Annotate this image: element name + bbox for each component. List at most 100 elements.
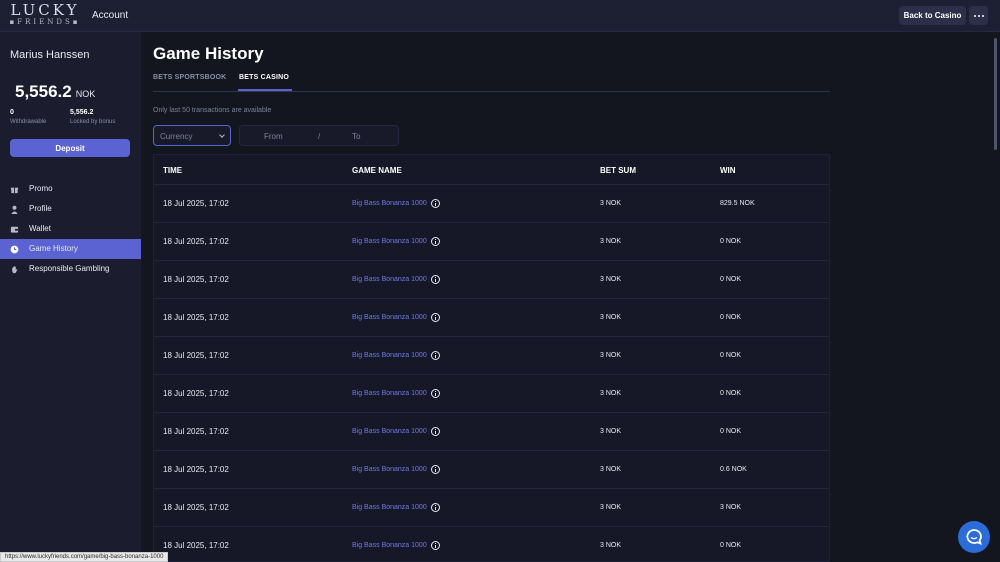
game-name[interactable]: Big Bass Bonanza 1000 xyxy=(352,352,427,359)
date-range-picker[interactable]: From / To xyxy=(239,125,399,146)
account-heading: Account xyxy=(92,10,129,21)
column-header-game-name: GAME NAME xyxy=(352,166,402,175)
game-link[interactable]: Big Bass Bonanza 1000 xyxy=(352,351,440,360)
account-sidebar: Marius Hanssen 5,556.2 NOK 0 Withdrawabl… xyxy=(0,32,141,562)
game-name[interactable]: Big Bass Bonanza 1000 xyxy=(352,390,427,397)
win-cell: 0 NOK xyxy=(720,314,742,321)
info-icon[interactable] xyxy=(430,351,440,360)
game-name[interactable]: Big Bass Bonanza 1000 xyxy=(352,276,427,283)
sidebar-item-label: Wallet xyxy=(29,224,51,233)
game-link[interactable]: Big Bass Bonanza 1000 xyxy=(352,465,440,474)
history-icon xyxy=(10,245,19,254)
wallet-icon xyxy=(10,226,19,233)
bet-sum-cell: 3 NOK xyxy=(600,238,622,245)
time-cell: 18 Jul 2025, 17:02 xyxy=(163,465,229,474)
bet-sum-cell: 3 NOK xyxy=(600,314,622,321)
table-row: 18 Jul 2025, 17:02 Big Bass Bonanza 1000… xyxy=(154,451,829,489)
table-row: 18 Jul 2025, 17:02 Big Bass Bonanza 1000… xyxy=(154,261,829,299)
bet-sum-cell: 3 NOK xyxy=(600,390,622,397)
more-menu-button[interactable] xyxy=(969,6,988,25)
game-name[interactable]: Big Bass Bonanza 1000 xyxy=(352,466,427,473)
table-row: 18 Jul 2025, 17:02 Big Bass Bonanza 1000… xyxy=(154,185,829,223)
table-row: 18 Jul 2025, 17:02 Big Bass Bonanza 1000… xyxy=(154,527,829,561)
info-icon[interactable] xyxy=(430,389,440,398)
game-name[interactable]: Big Bass Bonanza 1000 xyxy=(352,200,427,207)
logo-sub-label: FRIENDS xyxy=(17,18,73,26)
gift-icon xyxy=(10,187,19,194)
sidebar-item-promo[interactable]: Promo xyxy=(0,179,141,199)
lucky-friends-logo[interactable]: LUCKY ▪FRIENDS▪ xyxy=(8,3,82,27)
bet-sum-cell: 3 NOK xyxy=(600,466,622,473)
column-header-win: WIN xyxy=(720,166,736,175)
active-tab-indicator xyxy=(238,89,292,91)
time-cell: 18 Jul 2025, 17:02 xyxy=(163,389,229,398)
live-chat-button[interactable] xyxy=(958,521,990,553)
info-icon[interactable] xyxy=(430,465,440,474)
currency-select[interactable]: Currency xyxy=(153,125,231,146)
logo-sub-text: ▪FRIENDS▪ xyxy=(9,18,81,26)
table-row: 18 Jul 2025, 17:02 Big Bass Bonanza 1000… xyxy=(154,375,829,413)
page-title: Game History xyxy=(153,44,264,63)
tab-bets-casino[interactable]: BETS CASINO xyxy=(239,74,289,81)
game-name[interactable]: Big Bass Bonanza 1000 xyxy=(352,238,427,245)
win-cell: 0 NOK xyxy=(720,238,742,245)
time-cell: 18 Jul 2025, 17:02 xyxy=(163,427,229,436)
game-name[interactable]: Big Bass Bonanza 1000 xyxy=(352,504,427,511)
game-name[interactable]: Big Bass Bonanza 1000 xyxy=(352,428,427,435)
sidebar-item-responsible-gambling[interactable]: Responsible Gambling xyxy=(0,259,141,279)
user-icon xyxy=(11,205,18,214)
sidebar-item-label: Responsible Gambling xyxy=(29,264,110,273)
win-cell: 0 NOK xyxy=(720,542,742,549)
info-icon[interactable] xyxy=(430,237,440,246)
game-link[interactable]: Big Bass Bonanza 1000 xyxy=(352,389,440,398)
column-header-bet-sum: BET SUM xyxy=(600,166,636,175)
win-cell: 829.5 NOK xyxy=(720,200,755,207)
game-name[interactable]: Big Bass Bonanza 1000 xyxy=(352,542,427,549)
game-link[interactable]: Big Bass Bonanza 1000 xyxy=(352,427,440,436)
sidebar-item-label: Promo xyxy=(29,184,53,193)
info-icon[interactable] xyxy=(430,541,440,550)
date-from-input[interactable]: From xyxy=(264,132,283,141)
locked-label: Locked by bonus xyxy=(70,119,116,125)
top-bar: LUCKY ▪FRIENDS▪ Account Back to Casino xyxy=(0,0,1000,32)
page-scrollbar[interactable] xyxy=(991,32,1000,562)
time-cell: 18 Jul 2025, 17:02 xyxy=(163,541,229,550)
table-row: 18 Jul 2025, 17:02 Big Bass Bonanza 1000… xyxy=(154,489,829,527)
date-to-input[interactable]: To xyxy=(352,132,360,141)
sidebar-item-profile[interactable]: Profile xyxy=(0,199,141,219)
deposit-button[interactable]: Deposit xyxy=(10,139,130,157)
game-history-table: TIME GAME NAME BET SUM WIN 18 Jul 2025, … xyxy=(153,154,830,562)
bet-sum-cell: 3 NOK xyxy=(600,542,622,549)
time-cell: 18 Jul 2025, 17:02 xyxy=(163,351,229,360)
info-icon[interactable] xyxy=(430,199,440,208)
currency-placeholder: Currency xyxy=(160,132,193,141)
win-cell: 0 NOK xyxy=(720,428,742,435)
table-row: 18 Jul 2025, 17:02 Big Bass Bonanza 1000… xyxy=(154,223,829,261)
info-icon[interactable] xyxy=(430,503,440,512)
scrollbar-thumb[interactable] xyxy=(994,38,997,150)
game-link[interactable]: Big Bass Bonanza 1000 xyxy=(352,313,440,322)
tab-bets-sportsbook[interactable]: BETS SPORTSBOOK xyxy=(153,74,226,81)
bet-sum-cell: 3 NOK xyxy=(600,428,622,435)
sidebar-item-wallet[interactable]: Wallet xyxy=(0,219,141,239)
game-name[interactable]: Big Bass Bonanza 1000 xyxy=(352,314,427,321)
game-link[interactable]: Big Bass Bonanza 1000 xyxy=(352,199,440,208)
game-link[interactable]: Big Bass Bonanza 1000 xyxy=(352,503,440,512)
game-link[interactable]: Big Bass Bonanza 1000 xyxy=(352,237,440,246)
column-header-time: TIME xyxy=(163,166,183,175)
balance-currency: NOK xyxy=(75,89,96,99)
game-link[interactable]: Big Bass Bonanza 1000 xyxy=(352,275,440,284)
tabs-divider xyxy=(153,91,830,92)
game-link[interactable]: Big Bass Bonanza 1000 xyxy=(352,541,440,550)
time-cell: 18 Jul 2025, 17:02 xyxy=(163,237,229,246)
info-icon[interactable] xyxy=(430,275,440,284)
info-icon[interactable] xyxy=(430,427,440,436)
withdrawable-value: 0 xyxy=(10,109,14,116)
bet-sum-cell: 3 NOK xyxy=(600,200,622,207)
info-icon[interactable] xyxy=(430,313,440,322)
back-to-casino-button[interactable]: Back to Casino xyxy=(899,6,966,25)
sidebar-item-game-history[interactable]: Game History xyxy=(0,239,141,259)
win-cell: 0.6 NOK xyxy=(720,466,747,473)
table-row: 18 Jul 2025, 17:02 Big Bass Bonanza 1000… xyxy=(154,413,829,451)
win-cell: 0 NOK xyxy=(720,276,742,283)
